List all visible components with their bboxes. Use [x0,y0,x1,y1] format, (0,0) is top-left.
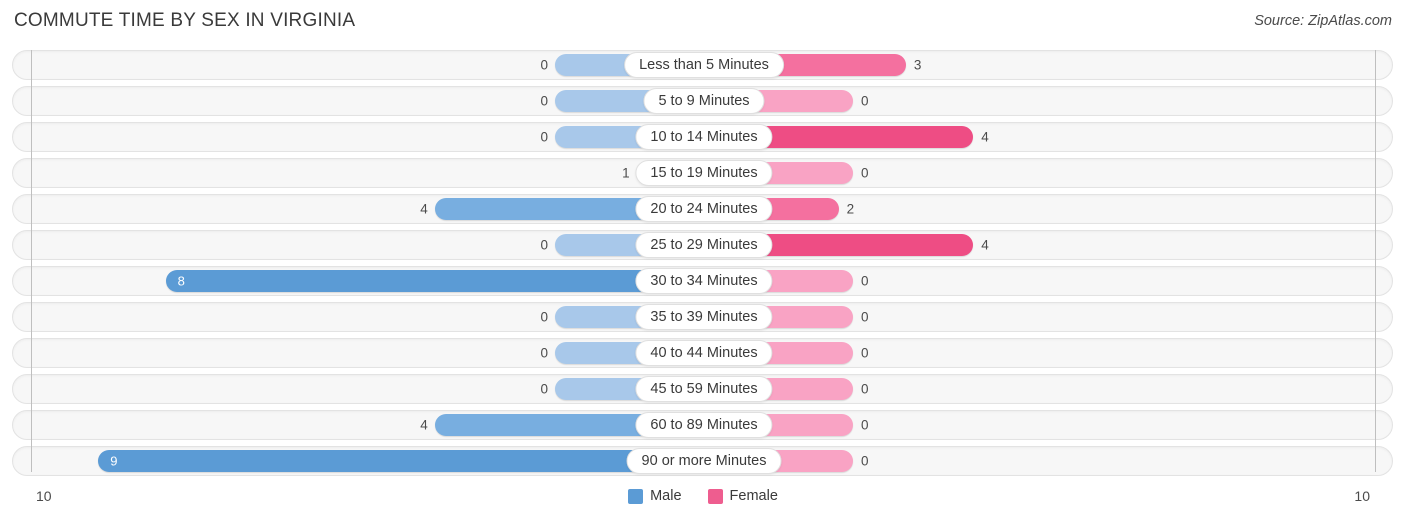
chart-legend: Male Female [0,488,1406,504]
value-label-male: 4 [420,201,428,217]
legend-item-female[interactable]: Female [707,488,778,504]
value-label-male: 0 [540,309,548,325]
legend-label-female: Female [729,488,778,504]
value-label-female: 4 [981,129,989,145]
category-label-pill: 90 or more Minutes [626,448,782,474]
value-label-male: 8 [177,273,185,289]
value-label-female: 0 [861,453,869,469]
value-label-female: 0 [861,381,869,397]
legend-swatch-male-icon [628,488,644,504]
category-label-pill: 20 to 24 Minutes [635,196,773,222]
axis-line-left [31,50,32,472]
value-label-male: 4 [420,417,428,433]
value-label-male: 0 [540,345,548,361]
value-label-male: 9 [110,453,118,469]
legend-swatch-female-icon [707,488,723,504]
category-label-pill: 25 to 29 Minutes [635,232,773,258]
category-label-pill: 15 to 19 Minutes [635,160,773,186]
source-attribution: Source: ZipAtlas.com [1254,13,1392,29]
category-label-pill: 40 to 44 Minutes [635,340,773,366]
value-label-male: 1 [622,165,630,181]
value-label-male: 0 [540,93,548,109]
chart-footer: 10 10 Male Female [0,482,1406,523]
table-row[interactable]: 0 0 45 to 59 Minutes [12,374,1393,404]
chart-plot-area: 0 3 Less than 5 Minutes 0 0 5 to 9 Minutes 0 4 1… [0,44,1406,482]
category-label-pill: 45 to 59 Minutes [635,376,773,402]
table-row[interactable]: 0 3 Less than 5 Minutes [12,50,1393,80]
page-title: COMMUTE TIME BY SEX IN VIRGINIA [14,10,356,31]
table-row[interactable]: 4 2 20 to 24 Minutes [12,194,1393,224]
value-label-female: 2 [846,201,855,217]
value-label-female: 0 [861,309,869,325]
value-label-female: 3 [913,57,922,73]
legend-item-male[interactable]: Male [628,488,682,504]
bar-male[interactable] [98,450,704,472]
bar-male[interactable] [165,270,704,292]
table-row[interactable]: 0 0 40 to 44 Minutes [12,338,1393,368]
value-label-female: 0 [861,345,869,361]
table-row[interactable]: 0 4 25 to 29 Minutes [12,230,1393,260]
table-row[interactable]: 0 4 10 to 14 Minutes [12,122,1393,152]
table-row[interactable]: 0 0 5 to 9 Minutes [12,86,1393,116]
chart-header: COMMUTE TIME BY SEX IN VIRGINIA Source: … [0,0,1406,44]
value-label-male: 0 [540,381,548,397]
value-label-female: 0 [861,417,869,433]
value-label-male: 0 [540,129,548,145]
category-label-pill: 60 to 89 Minutes [635,412,773,438]
table-row[interactable]: 4 0 60 to 89 Minutes [12,410,1393,440]
table-row[interactable]: 0 0 35 to 39 Minutes [12,302,1393,332]
legend-label-male: Male [650,488,682,504]
value-label-female: 0 [861,165,869,181]
bar-rows-container: 0 3 Less than 5 Minutes 0 0 5 to 9 Minutes 0 4 1… [12,50,1393,482]
table-row[interactable]: 1 0 15 to 19 Minutes [12,158,1393,188]
category-label-pill: 5 to 9 Minutes [643,88,765,114]
table-row[interactable]: 8 0 30 to 34 Minutes [12,266,1393,296]
value-label-female: 0 [861,273,869,289]
category-label-pill: Less than 5 Minutes [624,52,784,78]
table-row[interactable]: 9 0 90 or more Minutes [12,446,1393,476]
category-label-pill: 30 to 34 Minutes [635,268,773,294]
value-label-male: 0 [540,57,548,73]
value-label-female: 4 [981,237,989,253]
axis-line-right [1375,50,1376,472]
category-label-pill: 10 to 14 Minutes [635,124,773,150]
value-label-male: 0 [540,237,548,253]
category-label-pill: 35 to 39 Minutes [635,304,773,330]
value-label-female: 0 [861,93,869,109]
